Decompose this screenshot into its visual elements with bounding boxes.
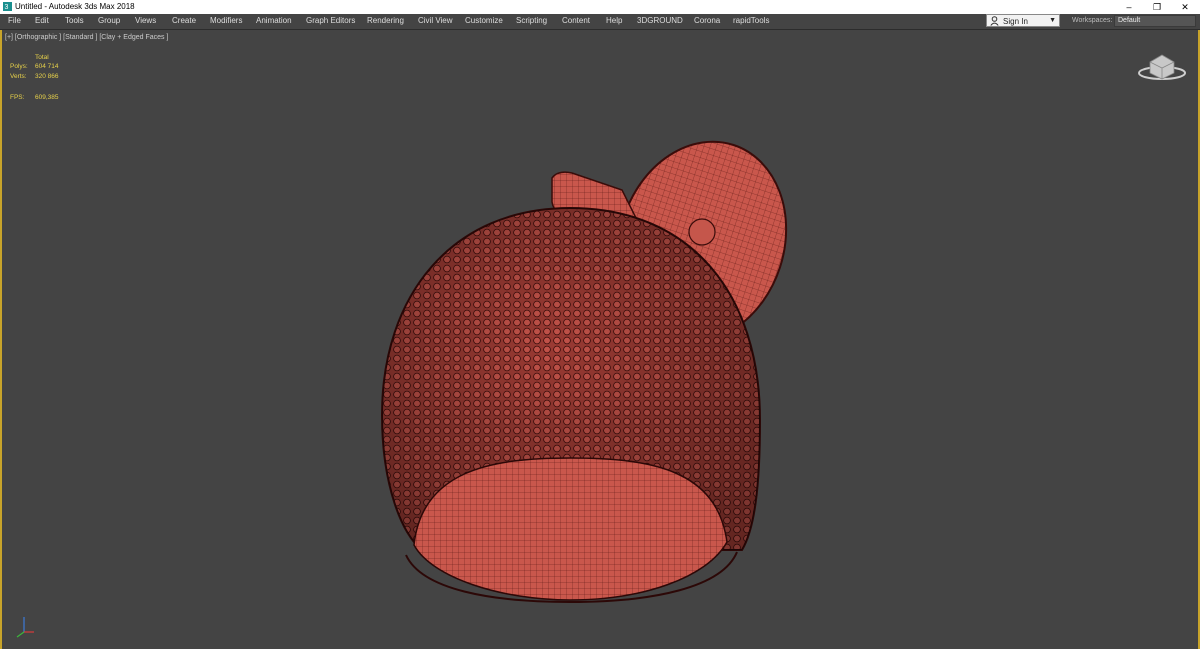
menu-views[interactable]: Views <box>135 16 156 25</box>
menu-rendering[interactable]: Rendering <box>367 16 404 25</box>
sign-in-dropdown[interactable]: Sign In ▼ <box>986 14 1060 27</box>
window-title: Untitled - Autodesk 3ds Max 2018 <box>15 2 135 11</box>
menu-rapidtools[interactable]: rapidTools <box>733 16 769 25</box>
menu-edit[interactable]: Edit <box>35 16 49 25</box>
workspaces-select[interactable]: Default <box>1114 15 1196 27</box>
menu-modifiers[interactable]: Modifiers <box>210 16 242 25</box>
menu-civil-view[interactable]: Civil View <box>418 16 453 25</box>
menu-corona[interactable]: Corona <box>694 16 720 25</box>
menu-animation[interactable]: Animation <box>256 16 292 25</box>
menu-file[interactable]: File <box>8 16 21 25</box>
viewcube-icon[interactable] <box>1138 54 1186 80</box>
menu-create[interactable]: Create <box>172 16 196 25</box>
sign-in-label: Sign In <box>1003 17 1028 26</box>
menu-group[interactable]: Group <box>98 16 120 25</box>
title-bar: 3 Untitled - Autodesk 3ds Max 2018 – ❐ ✕ <box>0 0 1200 14</box>
lamp-shade <box>380 206 762 604</box>
menu-help[interactable]: Help <box>606 16 622 25</box>
viewport-scene <box>16 54 1186 638</box>
restore-button[interactable]: ❐ <box>1142 0 1172 14</box>
menu-content[interactable]: Content <box>562 16 590 25</box>
menu-customize[interactable]: Customize <box>465 16 503 25</box>
3dsmax-app-icon: 3 <box>3 2 12 11</box>
menu-3dground[interactable]: 3DGROUND <box>637 16 683 25</box>
menu-scripting[interactable]: Scripting <box>516 16 547 25</box>
axis-tripod-icon <box>16 617 34 638</box>
menu-graph-editors[interactable]: Graph Editors <box>306 16 355 25</box>
user-icon <box>990 16 999 26</box>
svg-text:3: 3 <box>5 4 9 11</box>
perspective-viewport[interactable]: [+] [Orthographic ] [Standard ] [Clay + … <box>0 30 1200 649</box>
menu-tools[interactable]: Tools <box>65 16 84 25</box>
chevron-down-icon: ▼ <box>1049 17 1056 24</box>
minimize-button[interactable]: – <box>1114 0 1144 14</box>
workspaces-label: Workspaces: <box>1072 17 1113 24</box>
close-button[interactable]: ✕ <box>1170 0 1200 14</box>
